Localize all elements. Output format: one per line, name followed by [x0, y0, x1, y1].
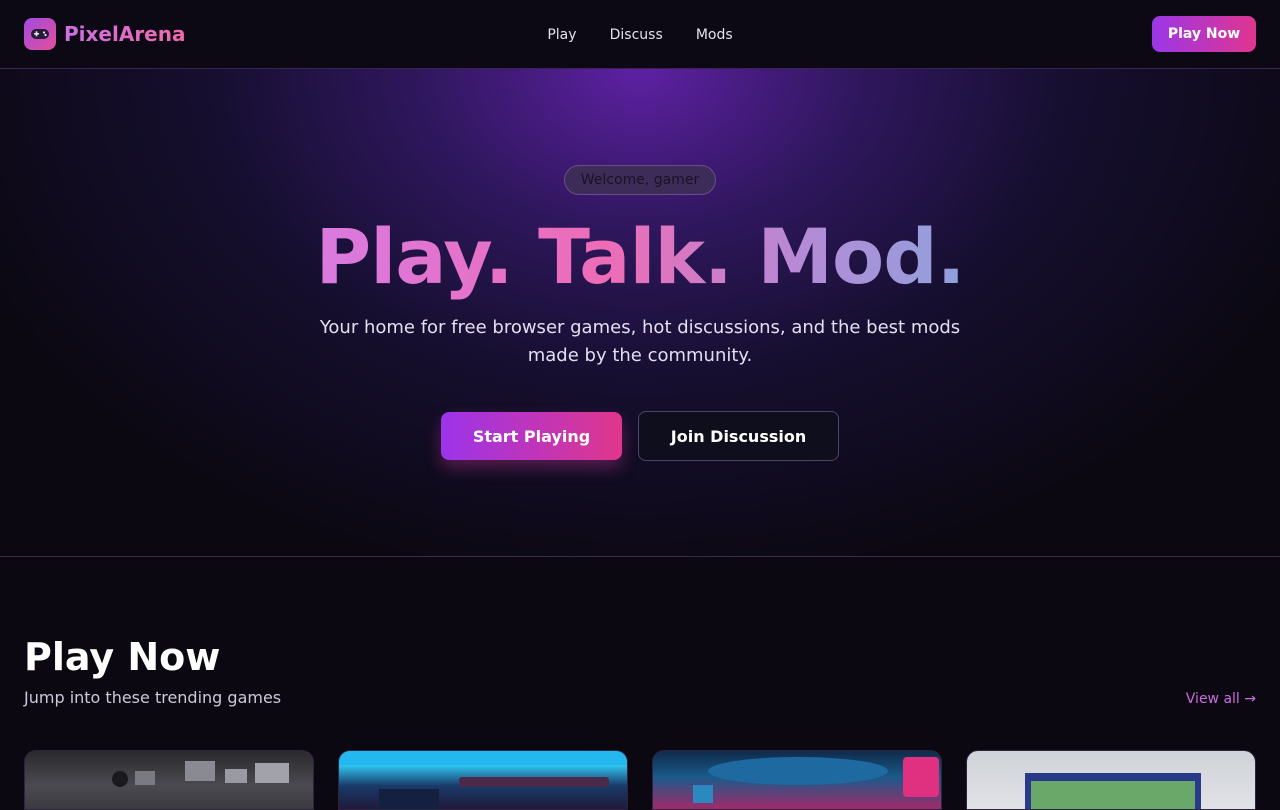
section-subtitle: Jump into these trending games: [24, 688, 282, 707]
hero-title: Play. Talk. Mod.: [315, 212, 966, 301]
hero-subtitle: Your home for free browser games, hot di…: [319, 317, 961, 366]
game-card[interactable]: [338, 750, 628, 810]
game-card[interactable]: [652, 750, 942, 810]
game-card[interactable]: [24, 750, 314, 810]
play-now-button[interactable]: Play Now: [1152, 16, 1256, 52]
main-nav: Play Discuss Mods: [0, 24, 1280, 44]
game-thumbnail: [339, 751, 627, 809]
game-thumbnail: [112, 761, 289, 787]
welcome-badge: Welcome, gamer: [564, 165, 716, 195]
game-card[interactable]: [966, 750, 1256, 810]
site-header: PixelArena Play Discuss Mods Play Now: [0, 0, 1280, 69]
hero-section: Welcome, gamer Play. Talk. Mod. Your hom…: [0, 69, 1280, 557]
nav-item-discuss[interactable]: Discuss: [610, 26, 663, 44]
logo[interactable]: PixelArena: [24, 18, 185, 50]
nav-item-mods[interactable]: Mods: [696, 26, 733, 44]
logo-text: PixelArena: [64, 22, 186, 46]
view-all-link[interactable]: View all →: [1186, 690, 1256, 708]
game-thumbnail: [1025, 773, 1201, 809]
nav-item-play[interactable]: Play: [547, 26, 576, 44]
section-title: Play Now: [24, 635, 221, 679]
start-playing-button[interactable]: Start Playing: [441, 412, 622, 460]
gamepad-icon: [24, 18, 56, 50]
game-thumbnail: [693, 757, 939, 803]
join-discussion-button[interactable]: Join Discussion: [638, 411, 839, 461]
